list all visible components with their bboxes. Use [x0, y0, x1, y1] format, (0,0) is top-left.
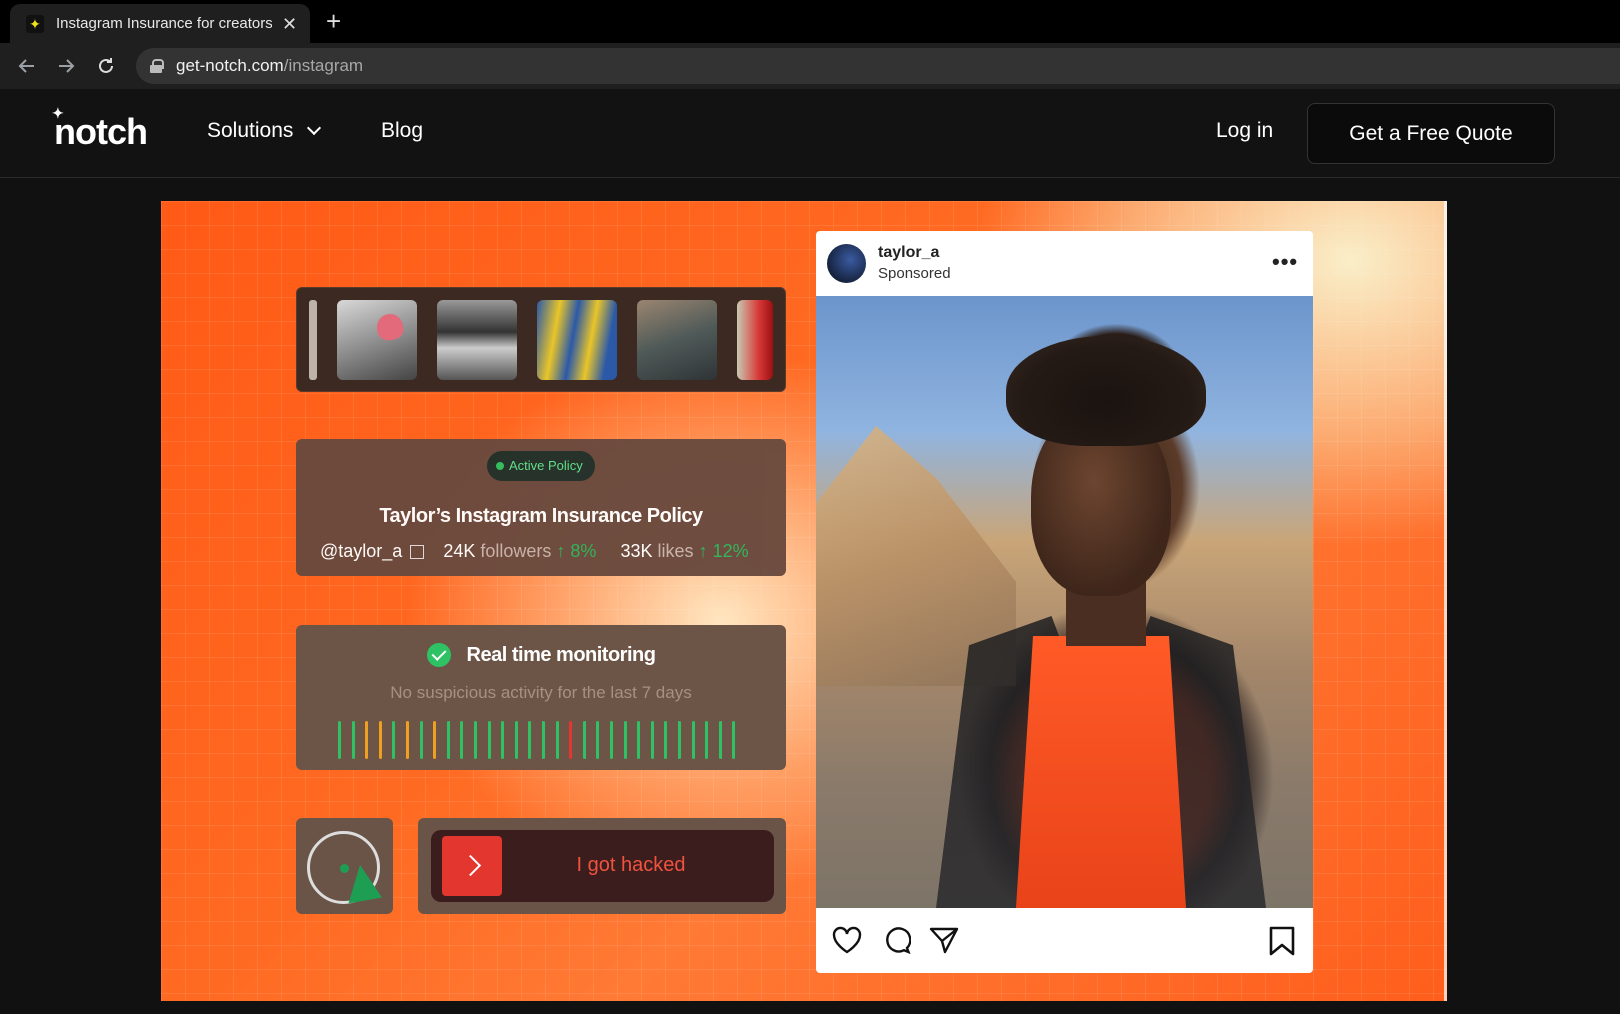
thumbnail [437, 300, 517, 380]
activity-bar [460, 721, 464, 759]
notch-star-icon: ✦ [26, 14, 44, 33]
activity-bar [623, 721, 627, 759]
external-link-icon[interactable] [410, 545, 425, 559]
share-send-icon[interactable] [929, 926, 959, 954]
hero-illustration: Active Policy Taylor’s Instagram Insuran… [161, 201, 1447, 1001]
i-got-hacked-slider[interactable]: I got hacked [431, 830, 774, 902]
activity-bar [596, 721, 600, 759]
activity-bar [378, 721, 382, 759]
photo-strip [296, 287, 786, 392]
post-username[interactable]: taylor_a [878, 244, 939, 262]
timer-dot [340, 864, 349, 873]
logo-text: notch [54, 111, 148, 152]
avatar[interactable] [827, 244, 866, 283]
thumbnail [309, 300, 317, 380]
activity-bar [419, 721, 423, 759]
activity-bar [718, 721, 722, 759]
activity-bar [365, 721, 369, 759]
get-quote-button[interactable]: Get a Free Quote [1307, 103, 1555, 164]
activity-bar [691, 721, 695, 759]
activity-bar [705, 721, 709, 759]
monitoring-header: Real time monitoring [296, 643, 786, 667]
sponsored-label: Sponsored [878, 265, 951, 282]
new-tab-icon[interactable]: + [326, 8, 341, 34]
activity-bar [446, 721, 450, 759]
activity-bar [650, 721, 654, 759]
browser-tab-bar: ✦ Instagram Insurance for creators ✕ + [0, 0, 1620, 43]
slide-arrow-icon[interactable] [442, 836, 502, 896]
lock-icon [150, 59, 164, 73]
activity-bars [338, 721, 758, 759]
hacked-card: I got hacked [418, 818, 786, 914]
monitoring-card: Real time monitoring No suspicious activ… [296, 625, 786, 770]
activity-bar [351, 721, 355, 759]
monitoring-subtitle: No suspicious activity for the last 7 da… [390, 683, 692, 702]
policy-title: Taylor’s Instagram Insurance Policy [379, 505, 703, 527]
active-policy-badge: Active Policy [487, 451, 595, 481]
site-header: ✦ notch Solutions Blog Log in Get a Free … [0, 89, 1620, 178]
post-photo [816, 296, 1313, 908]
activity-bar [732, 721, 736, 759]
tab-title: Instagram Insurance for creators [56, 15, 272, 32]
login-link[interactable]: Log in [1216, 119, 1273, 143]
comment-icon[interactable] [883, 926, 911, 954]
thumbnail [737, 300, 773, 380]
activity-bar [582, 721, 586, 759]
activity-bar [528, 721, 532, 759]
activity-bar [678, 721, 681, 759]
address-bar[interactable]: get-notch.com/instagram [136, 48, 1620, 84]
policy-stats: @taylor_a 24K followers ↑ 8% 33K likes ↑… [320, 541, 749, 562]
forward-icon[interactable] [52, 52, 80, 80]
thumbnail [337, 300, 417, 380]
url-host: get-notch.com [176, 56, 284, 75]
monitoring-title: Real time monitoring [466, 643, 656, 666]
activity-bar [338, 721, 341, 759]
solutions-label: Solutions [207, 119, 294, 142]
chevron-down-icon [307, 120, 322, 136]
handle: @taylor_a [320, 541, 403, 561]
followers-value: 24K [443, 541, 476, 561]
activity-bar [392, 721, 396, 759]
activity-bar [610, 721, 613, 759]
activity-bar [569, 721, 573, 759]
thumbnail [637, 300, 717, 380]
likes-label: likes [657, 541, 694, 561]
activity-bar [406, 721, 409, 759]
activity-bar [555, 721, 559, 759]
activity-bar [433, 721, 437, 759]
post-actions [816, 908, 1313, 973]
reload-icon[interactable] [92, 52, 120, 80]
close-tab-icon[interactable]: ✕ [282, 15, 297, 33]
post-header: taylor_a Sponsored ••• [816, 231, 1313, 296]
notch-logo[interactable]: ✦ notch [52, 105, 148, 153]
policy-card: Active Policy Taylor’s Instagram Insuran… [296, 439, 786, 576]
instagram-post: taylor_a Sponsored ••• [816, 231, 1313, 973]
activity-bar [637, 721, 641, 759]
hero-edge [1444, 201, 1447, 1001]
hacked-label: I got hacked [576, 854, 686, 876]
activity-bar [487, 721, 491, 759]
timer-card [296, 818, 393, 914]
likes-value: 33K [620, 541, 653, 561]
check-circle-icon [426, 643, 451, 667]
thumbnail [537, 300, 617, 380]
browser-tab[interactable]: ✦ Instagram Insurance for creators ✕ [10, 4, 310, 43]
browser-toolbar: get-notch.com/instagram [0, 43, 1620, 89]
followers-label: followers [480, 541, 552, 561]
likes-change: ↑ 12% [698, 541, 749, 561]
activity-bar [514, 721, 518, 759]
solutions-menu[interactable]: Solutions [207, 119, 322, 143]
sparkle-icon: ✦ [52, 105, 64, 121]
activity-bar [474, 721, 477, 759]
bookmark-icon[interactable] [1269, 926, 1295, 956]
activity-bar [664, 721, 668, 759]
activity-bar [542, 721, 545, 759]
url-path: /instagram [283, 56, 364, 75]
like-heart-icon[interactable] [832, 926, 862, 954]
followers-change: ↑ 8% [556, 541, 597, 561]
more-options-icon[interactable]: ••• [1272, 249, 1298, 275]
blog-link[interactable]: Blog [381, 119, 423, 143]
activity-bar [501, 721, 505, 759]
back-icon[interactable] [13, 52, 41, 80]
